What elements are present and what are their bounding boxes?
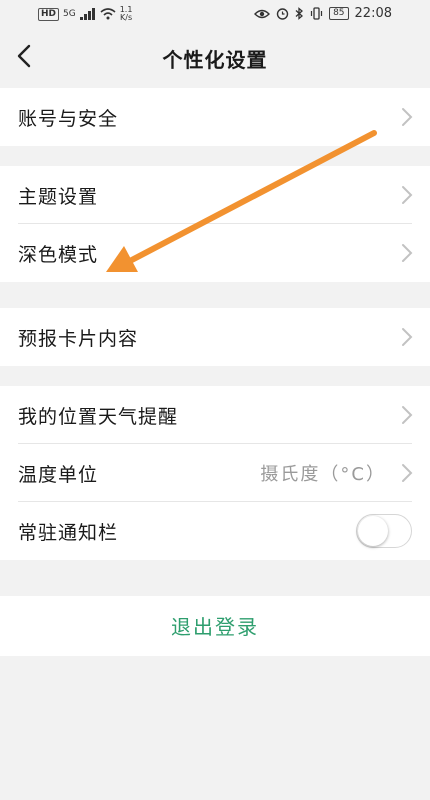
settings-item-label: 账号与安全	[18, 107, 119, 130]
settings-group-location: 我的位置天气提醒 温度单位 摄氏度（°C） 常驻通知栏	[0, 386, 430, 560]
chevron-right-icon	[402, 108, 413, 126]
settings-item-label: 深色模式	[18, 243, 99, 266]
network-type: 5G	[63, 9, 76, 19]
speed-unit: K/s	[120, 13, 133, 22]
status-bar: HD 5G 1.1 K/s 85 22:08	[0, 0, 430, 30]
settings-item-persistent-notification: 常驻通知栏	[0, 502, 430, 560]
vibrate-icon	[310, 7, 323, 20]
logout-button[interactable]: 退出登录	[0, 596, 430, 656]
toggle-knob	[358, 516, 388, 546]
settings-item-account-security[interactable]: 账号与安全	[0, 88, 430, 146]
chevron-right-icon	[402, 244, 413, 262]
battery-icon: 85	[329, 7, 349, 20]
persistent-notification-toggle[interactable]	[356, 514, 412, 548]
header: 个性化设置	[0, 30, 430, 84]
settings-item-temperature-unit[interactable]: 温度单位 摄氏度（°C）	[0, 444, 430, 502]
chevron-right-icon	[402, 328, 413, 346]
wifi-icon	[100, 8, 116, 20]
status-bar-right: 85 22:08	[254, 6, 392, 21]
chevron-right-icon	[402, 186, 413, 204]
alarm-icon	[276, 8, 289, 20]
logout-section: 退出登录	[0, 596, 430, 656]
settings-item-dark-mode[interactable]: 深色模式	[0, 224, 430, 282]
hd-badge: HD	[38, 7, 60, 21]
network-speed: 1.1 K/s	[120, 6, 133, 22]
eye-icon	[254, 9, 271, 18]
status-time: 22:08	[354, 6, 392, 21]
settings-item-theme[interactable]: 主题设置	[0, 166, 430, 224]
settings-group-forecast: 预报卡片内容	[0, 308, 430, 366]
settings-item-label: 预报卡片内容	[18, 327, 139, 350]
status-bar-left: HD 5G 1.1 K/s	[38, 6, 132, 22]
settings-item-label: 温度单位	[18, 463, 99, 486]
page-title: 个性化设置	[162, 48, 268, 72]
settings-group-appearance: 主题设置 深色模式	[0, 166, 430, 282]
settings-item-forecast-card[interactable]: 预报卡片内容	[0, 308, 430, 366]
settings-item-label: 主题设置	[18, 185, 99, 208]
chevron-right-icon	[402, 406, 413, 424]
settings-item-label: 常驻通知栏	[18, 521, 119, 544]
bluetooth-icon	[295, 7, 304, 20]
settings-item-location-alert[interactable]: 我的位置天气提醒	[0, 386, 430, 444]
signal-icon	[79, 8, 95, 20]
chevron-right-icon	[402, 464, 413, 482]
temperature-unit-value: 摄氏度（°C）	[260, 464, 386, 485]
settings-group-account: 账号与安全	[0, 88, 430, 146]
settings-item-label: 我的位置天气提醒	[18, 405, 179, 428]
